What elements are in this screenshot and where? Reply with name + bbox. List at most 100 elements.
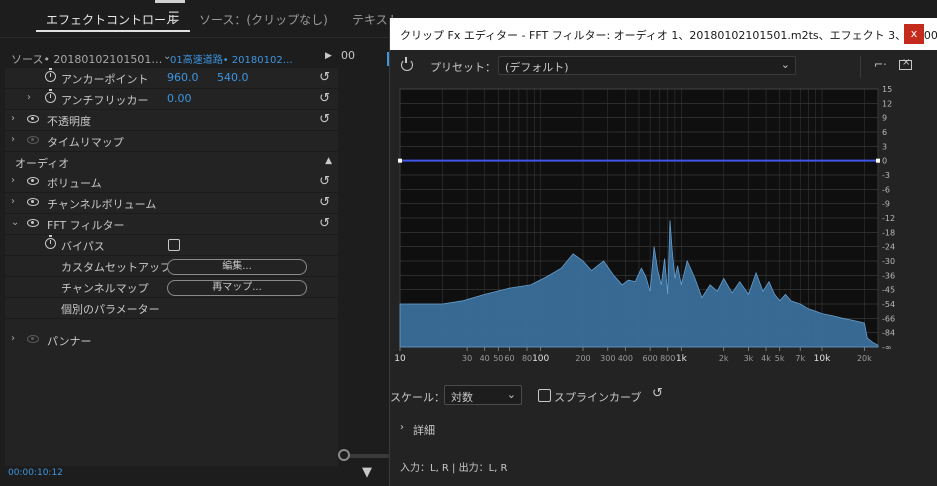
- sequence-clip-name[interactable]: 01高速道路• 20180102…: [170, 51, 293, 66]
- tab-source[interactable]: ソース：(クリップなし): [199, 11, 328, 28]
- delete-preset-icon[interactable]: [899, 57, 912, 70]
- x-tick-label: 4k: [761, 354, 771, 363]
- reset-icon[interactable]: ↺: [319, 91, 330, 106]
- spline-label[interactable]: スプラインカーブ: [554, 389, 641, 405]
- opacity-row: › 不透明度 ↺: [5, 110, 338, 131]
- chevron-right-icon[interactable]: ›: [11, 113, 15, 124]
- chevron-right-icon[interactable]: ›: [11, 175, 15, 186]
- remap-button[interactable]: 再マップ...: [167, 280, 307, 296]
- y-tick-label: 6: [882, 128, 887, 137]
- opacity-label: 不透明度: [47, 115, 91, 128]
- reset-icon[interactable]: ↺: [319, 70, 330, 85]
- eye-icon[interactable]: [27, 335, 39, 343]
- chevron-right-icon[interactable]: ›: [400, 422, 404, 433]
- effect-controls-panel: ソース• 20180102101501… ⌄ 01高速道路• 20180102……: [5, 46, 338, 466]
- hamburger-icon[interactable]: ☰: [168, 10, 180, 25]
- x-tick-label: 60: [504, 354, 514, 363]
- scale-value: 対数: [451, 391, 473, 404]
- spline-checkbox[interactable]: [538, 389, 551, 402]
- preset-dropdown[interactable]: (デフォルト) ⌄: [498, 56, 796, 75]
- effect-timeline: 00: [338, 46, 390, 466]
- individual-params-label: 個別のパラメーター: [61, 303, 160, 316]
- details-row[interactable]: › 詳細: [390, 420, 590, 438]
- reset-icon[interactable]: ↺: [319, 195, 330, 210]
- chevron-right-icon[interactable]: ›: [11, 333, 15, 344]
- toolbar-divider: [860, 56, 861, 78]
- chevron-down-icon[interactable]: ⌄: [11, 217, 19, 228]
- chevron-right-icon[interactable]: ›: [27, 92, 31, 103]
- edit-button[interactable]: 編集...: [167, 259, 307, 275]
- active-indicator: [155, 0, 185, 3]
- eye-icon[interactable]: [27, 136, 39, 144]
- x-tick-label: 40: [480, 354, 490, 363]
- y-tick-label: 12: [882, 99, 892, 108]
- time-remap-row: › タイムリマップ: [5, 131, 338, 152]
- y-tick-label: -3: [882, 171, 890, 180]
- y-tick-label: -30: [882, 257, 895, 266]
- scale-label: スケール：: [390, 391, 445, 404]
- x-tick-label: 80: [522, 354, 532, 363]
- stopwatch-icon[interactable]: [45, 68, 56, 82]
- curve-handle-right: [876, 158, 880, 163]
- panner-row: › パンナー: [5, 330, 338, 351]
- eye-icon[interactable]: [27, 198, 39, 206]
- io-routing-label: 入力：L, R | 出力：L, R: [400, 463, 508, 474]
- x-tick-label: 400: [618, 354, 633, 363]
- stopwatch-icon[interactable]: [45, 235, 56, 249]
- tab-effect-controls[interactable]: エフェクトコントロール: [46, 11, 178, 28]
- reset-menu-icon[interactable]: ↺: [319, 216, 330, 231]
- fft-filter-row: ⌄ FFT フィルター ↺: [5, 214, 338, 235]
- fft-graph[interactable]: 15 12 9 6 3 0 -3 -6 -9 -12 -18 -24 -30 -36 -45 -54 -66 -8…: [392, 84, 937, 379]
- eye-icon[interactable]: [27, 177, 39, 185]
- preset-bar: プリセット： (デフォルト) ⌄: [390, 50, 937, 84]
- reset-icon[interactable]: ↺: [652, 386, 663, 401]
- y-tick-label: -9: [882, 200, 890, 209]
- x-tick-label: 10: [394, 354, 406, 364]
- scale-row: スケール： 対数 ⌄ スプラインカーブ ↺: [390, 385, 937, 407]
- curve-handle-left: [398, 158, 402, 163]
- chevron-right-icon[interactable]: ›: [11, 196, 15, 207]
- clip-fx-editor-dialog: クリップ Fx エディター - FFT フィルター: オーディオ 1、20180…: [389, 18, 937, 486]
- zoom-handle[interactable]: [338, 449, 350, 461]
- reset-icon[interactable]: ↺: [319, 174, 330, 189]
- scale-dropdown[interactable]: 対数 ⌄: [444, 385, 522, 405]
- bypass-label: バイパス: [61, 240, 105, 253]
- y-tick-label: -84: [882, 329, 895, 338]
- chevron-right-icon[interactable]: ›: [11, 134, 15, 145]
- x-tick-label: 10k: [814, 354, 831, 364]
- chevron-down-icon: ⌄: [780, 58, 790, 71]
- dialog-title-bar[interactable]: クリップ Fx エディター - FFT フィルター: オーディオ 1、20180…: [390, 18, 937, 50]
- source-row: ソース• 20180102101501… ⌄ 01高速道路• 20180102……: [5, 46, 338, 68]
- collapse-triangle-icon[interactable]: ▲: [325, 156, 332, 166]
- preset-label: プリセット：: [430, 61, 496, 74]
- source-clip-name[interactable]: ソース• 20180102101501…: [11, 51, 162, 67]
- channel-volume-row: › チャンネルボリューム ↺: [5, 193, 338, 214]
- stopwatch-icon[interactable]: [45, 89, 56, 103]
- custom-setup-label: カスタムセットアップ: [61, 261, 171, 274]
- individual-params-row: 個別のパラメーター: [5, 298, 338, 319]
- antiflicker-value[interactable]: 0.00: [167, 92, 192, 105]
- x-tick-label: 7k: [795, 354, 805, 363]
- filter-icon[interactable]: ▼: [362, 465, 372, 480]
- y-tick-label: -24: [882, 243, 895, 252]
- current-timecode[interactable]: 00:00:10:12: [8, 468, 63, 478]
- play-icon[interactable]: ▶: [325, 51, 332, 61]
- eye-icon[interactable]: [27, 219, 39, 227]
- audio-section-label: オーディオ: [15, 157, 70, 170]
- y-tick-label: 3: [882, 142, 887, 151]
- y-tick-label: -∞: [882, 343, 892, 352]
- fft-graph-svg[interactable]: 15129630-3-6-9-12-18-24-30-36-45-54-66-8…: [392, 84, 937, 379]
- anchor-y-value[interactable]: 540.0: [217, 71, 249, 84]
- power-icon[interactable]: [401, 57, 413, 71]
- bypass-checkbox[interactable]: [168, 239, 180, 251]
- channel-volume-label: チャンネルボリューム: [47, 198, 157, 211]
- y-tick-label: 15: [882, 85, 892, 94]
- eye-icon[interactable]: [27, 115, 39, 123]
- anchor-x-value[interactable]: 960.0: [167, 71, 199, 84]
- x-tick-label: 20k: [857, 354, 872, 363]
- y-tick-label: -54: [882, 300, 895, 309]
- close-button[interactable]: x: [904, 24, 924, 44]
- reset-icon[interactable]: ↺: [319, 112, 330, 127]
- time-marker: 00: [341, 49, 355, 62]
- save-preset-icon[interactable]: ⌐⋅: [874, 58, 887, 71]
